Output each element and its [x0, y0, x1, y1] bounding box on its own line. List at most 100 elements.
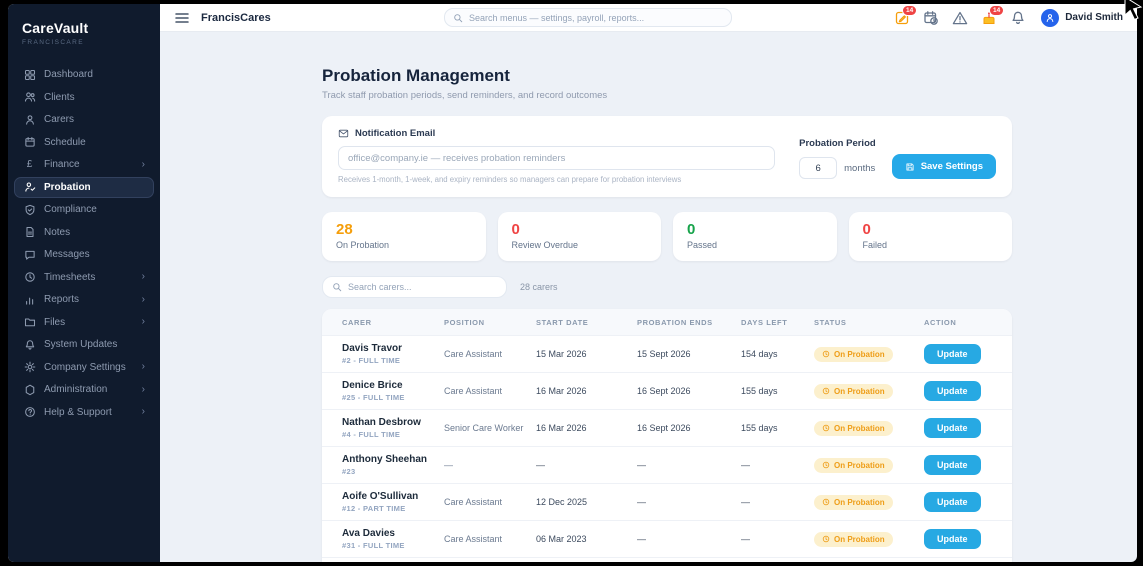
- brand-subtitle: FRANCISCARE: [22, 39, 84, 46]
- carer-search[interactable]: [322, 276, 507, 298]
- sidebar-item-reports[interactable]: Reports ›: [14, 289, 154, 310]
- help-circle-icon: [23, 406, 36, 419]
- save-settings-button[interactable]: Save Settings: [891, 154, 996, 179]
- edit-note-icon[interactable]: 14: [894, 4, 918, 26]
- stat-on-probation: 28 On Probation: [322, 212, 486, 261]
- sidebar-item-administration[interactable]: Administration ›: [14, 379, 154, 400]
- sidebar-item-label: Reports: [44, 294, 80, 305]
- update-button[interactable]: Update: [924, 418, 981, 438]
- carer-id: #31 - FULL TIME: [342, 541, 405, 550]
- calendar-clock-icon[interactable]: [923, 10, 939, 26]
- avatar: [1041, 8, 1060, 27]
- start-date: 16 Mar 2026: [536, 423, 587, 433]
- carer-search-input[interactable]: [348, 282, 497, 292]
- chevron-right-icon: ›: [141, 406, 145, 417]
- sidebar-item-probation[interactable]: Probation: [14, 176, 154, 198]
- sidebar-item-clients[interactable]: Clients: [14, 87, 154, 108]
- carer-id: #4 - FULL TIME: [342, 430, 401, 439]
- sidebar-item-finance[interactable]: £ Finance ›: [14, 154, 154, 175]
- birthdays-badge: 14: [988, 4, 1005, 16]
- clock-icon: [822, 387, 830, 395]
- probation-period-field[interactable]: [799, 157, 838, 179]
- col-header-position: Position: [444, 318, 485, 327]
- clock-icon: [23, 271, 36, 284]
- sidebar-item-messages[interactable]: Messages: [14, 244, 154, 265]
- user-menu[interactable]: David Smith: [1041, 8, 1123, 27]
- sidebar-item-label: Clients: [44, 91, 75, 103]
- clock-icon: [822, 535, 830, 543]
- shield-check-icon: [23, 203, 36, 216]
- notification-email-field[interactable]: [338, 146, 776, 170]
- sidebar-item-label: Help & Support: [44, 406, 112, 418]
- carer-name: Denice Brice: [342, 380, 403, 391]
- table-row: Chloe Barrett#14 — — — — On Probation Up…: [322, 557, 1012, 562]
- chevron-right-icon: ›: [141, 316, 145, 327]
- stat-passed: 0 Passed: [673, 212, 837, 261]
- alert-triangle-icon[interactable]: [952, 10, 968, 26]
- stats-row: 28 On Probation 0 Review Overdue 0 Passed 0…: [322, 212, 1012, 261]
- carer-count: 28 carers: [520, 282, 558, 292]
- days-left: —: [741, 534, 750, 544]
- sidebar-item-schedule[interactable]: Schedule: [14, 132, 154, 153]
- sidebar-item-files[interactable]: Files ›: [14, 312, 154, 333]
- table-row: Anthony Sheehan #23 — — — — On Probation …: [322, 446, 1012, 483]
- sidebar-item-carers[interactable]: Carers: [14, 109, 154, 130]
- sidebar-item-timesheets[interactable]: Timesheets ›: [14, 267, 154, 288]
- status-badge: On Probation: [814, 457, 893, 473]
- stat-label: On Probation: [336, 240, 390, 250]
- start-date: 12 Dec 2025: [536, 497, 588, 507]
- period-unit-label: months: [844, 162, 876, 174]
- notes-badge: 14: [901, 4, 918, 16]
- sidebar-item-system-updates[interactable]: System Updates: [14, 334, 154, 355]
- brand-name: CareVault: [22, 20, 89, 36]
- update-button[interactable]: Update: [924, 381, 981, 401]
- sidebar-item-label: Dashboard: [44, 69, 93, 80]
- days-left: 155 days: [741, 423, 778, 433]
- bell-icon[interactable]: [1010, 10, 1026, 26]
- clock-icon: [822, 424, 830, 432]
- global-search[interactable]: [444, 8, 732, 27]
- file-text-icon: [23, 226, 36, 239]
- pound-icon: £: [26, 158, 33, 170]
- stat-label: Passed: [687, 240, 718, 250]
- status-badge: On Probation: [814, 346, 893, 362]
- update-button[interactable]: Update: [924, 529, 981, 549]
- probation-ends: 16 Sept 2026: [637, 423, 691, 433]
- status-badge: On Probation: [814, 531, 893, 547]
- notification-settings-card: Notification Email Receives 1-month, 1-w…: [322, 116, 1012, 197]
- menu-icon[interactable]: [174, 10, 190, 26]
- days-left: 155 days: [741, 386, 778, 396]
- search-icon: [333, 283, 342, 292]
- shield-icon: [23, 383, 36, 396]
- col-header-action: Action: [924, 318, 957, 327]
- table-row: Ava Davies #31 - FULL TIME Care Assistant…: [322, 520, 1012, 557]
- table-row: Davis Travor #2 - FULL TIME Care Assistan…: [322, 335, 1012, 372]
- sidebar-item-label: Compliance: [44, 204, 97, 215]
- sidebar-item-label: Administration: [44, 384, 108, 395]
- table-toolbar: 28 carers: [322, 276, 1012, 298]
- sidebar-item-label: Messages: [44, 249, 90, 260]
- probation-period-label: Probation Period: [799, 138, 876, 149]
- update-button[interactable]: Update: [924, 492, 981, 512]
- grid-icon: [23, 68, 36, 81]
- update-button[interactable]: Update: [924, 344, 981, 364]
- envelope-icon: [338, 129, 349, 138]
- carer-position: Senior Care Worker: [444, 423, 524, 433]
- carer-name: Davis Travor: [342, 343, 403, 354]
- col-header-days-left: Days Left: [741, 318, 788, 327]
- content-area: Probation Management Track staff probati…: [160, 32, 1137, 562]
- clock-icon: [822, 350, 830, 358]
- sidebar-item-help-support[interactable]: Help & Support ›: [14, 402, 154, 423]
- update-button[interactable]: Update: [924, 455, 981, 475]
- table-row: Denice Brice #25 - FULL TIME Care Assista…: [322, 372, 1012, 409]
- global-search-input[interactable]: [469, 12, 723, 23]
- sidebar-item-label: Finance: [44, 159, 80, 170]
- status-badge: On Probation: [814, 420, 893, 436]
- start-date: 15 Mar 2026: [536, 349, 587, 359]
- sidebar-item-compliance[interactable]: Compliance: [14, 199, 154, 220]
- sidebar-item-company-settings[interactable]: Company Settings ›: [14, 357, 154, 378]
- birthday-cake-icon[interactable]: 14: [981, 4, 1005, 26]
- table-row: Aoife O'Sullivan #12 - PART TIME Care Ass…: [322, 483, 1012, 520]
- sidebar-item-notes[interactable]: Notes: [14, 222, 154, 243]
- sidebar-item-dashboard[interactable]: Dashboard: [14, 64, 154, 85]
